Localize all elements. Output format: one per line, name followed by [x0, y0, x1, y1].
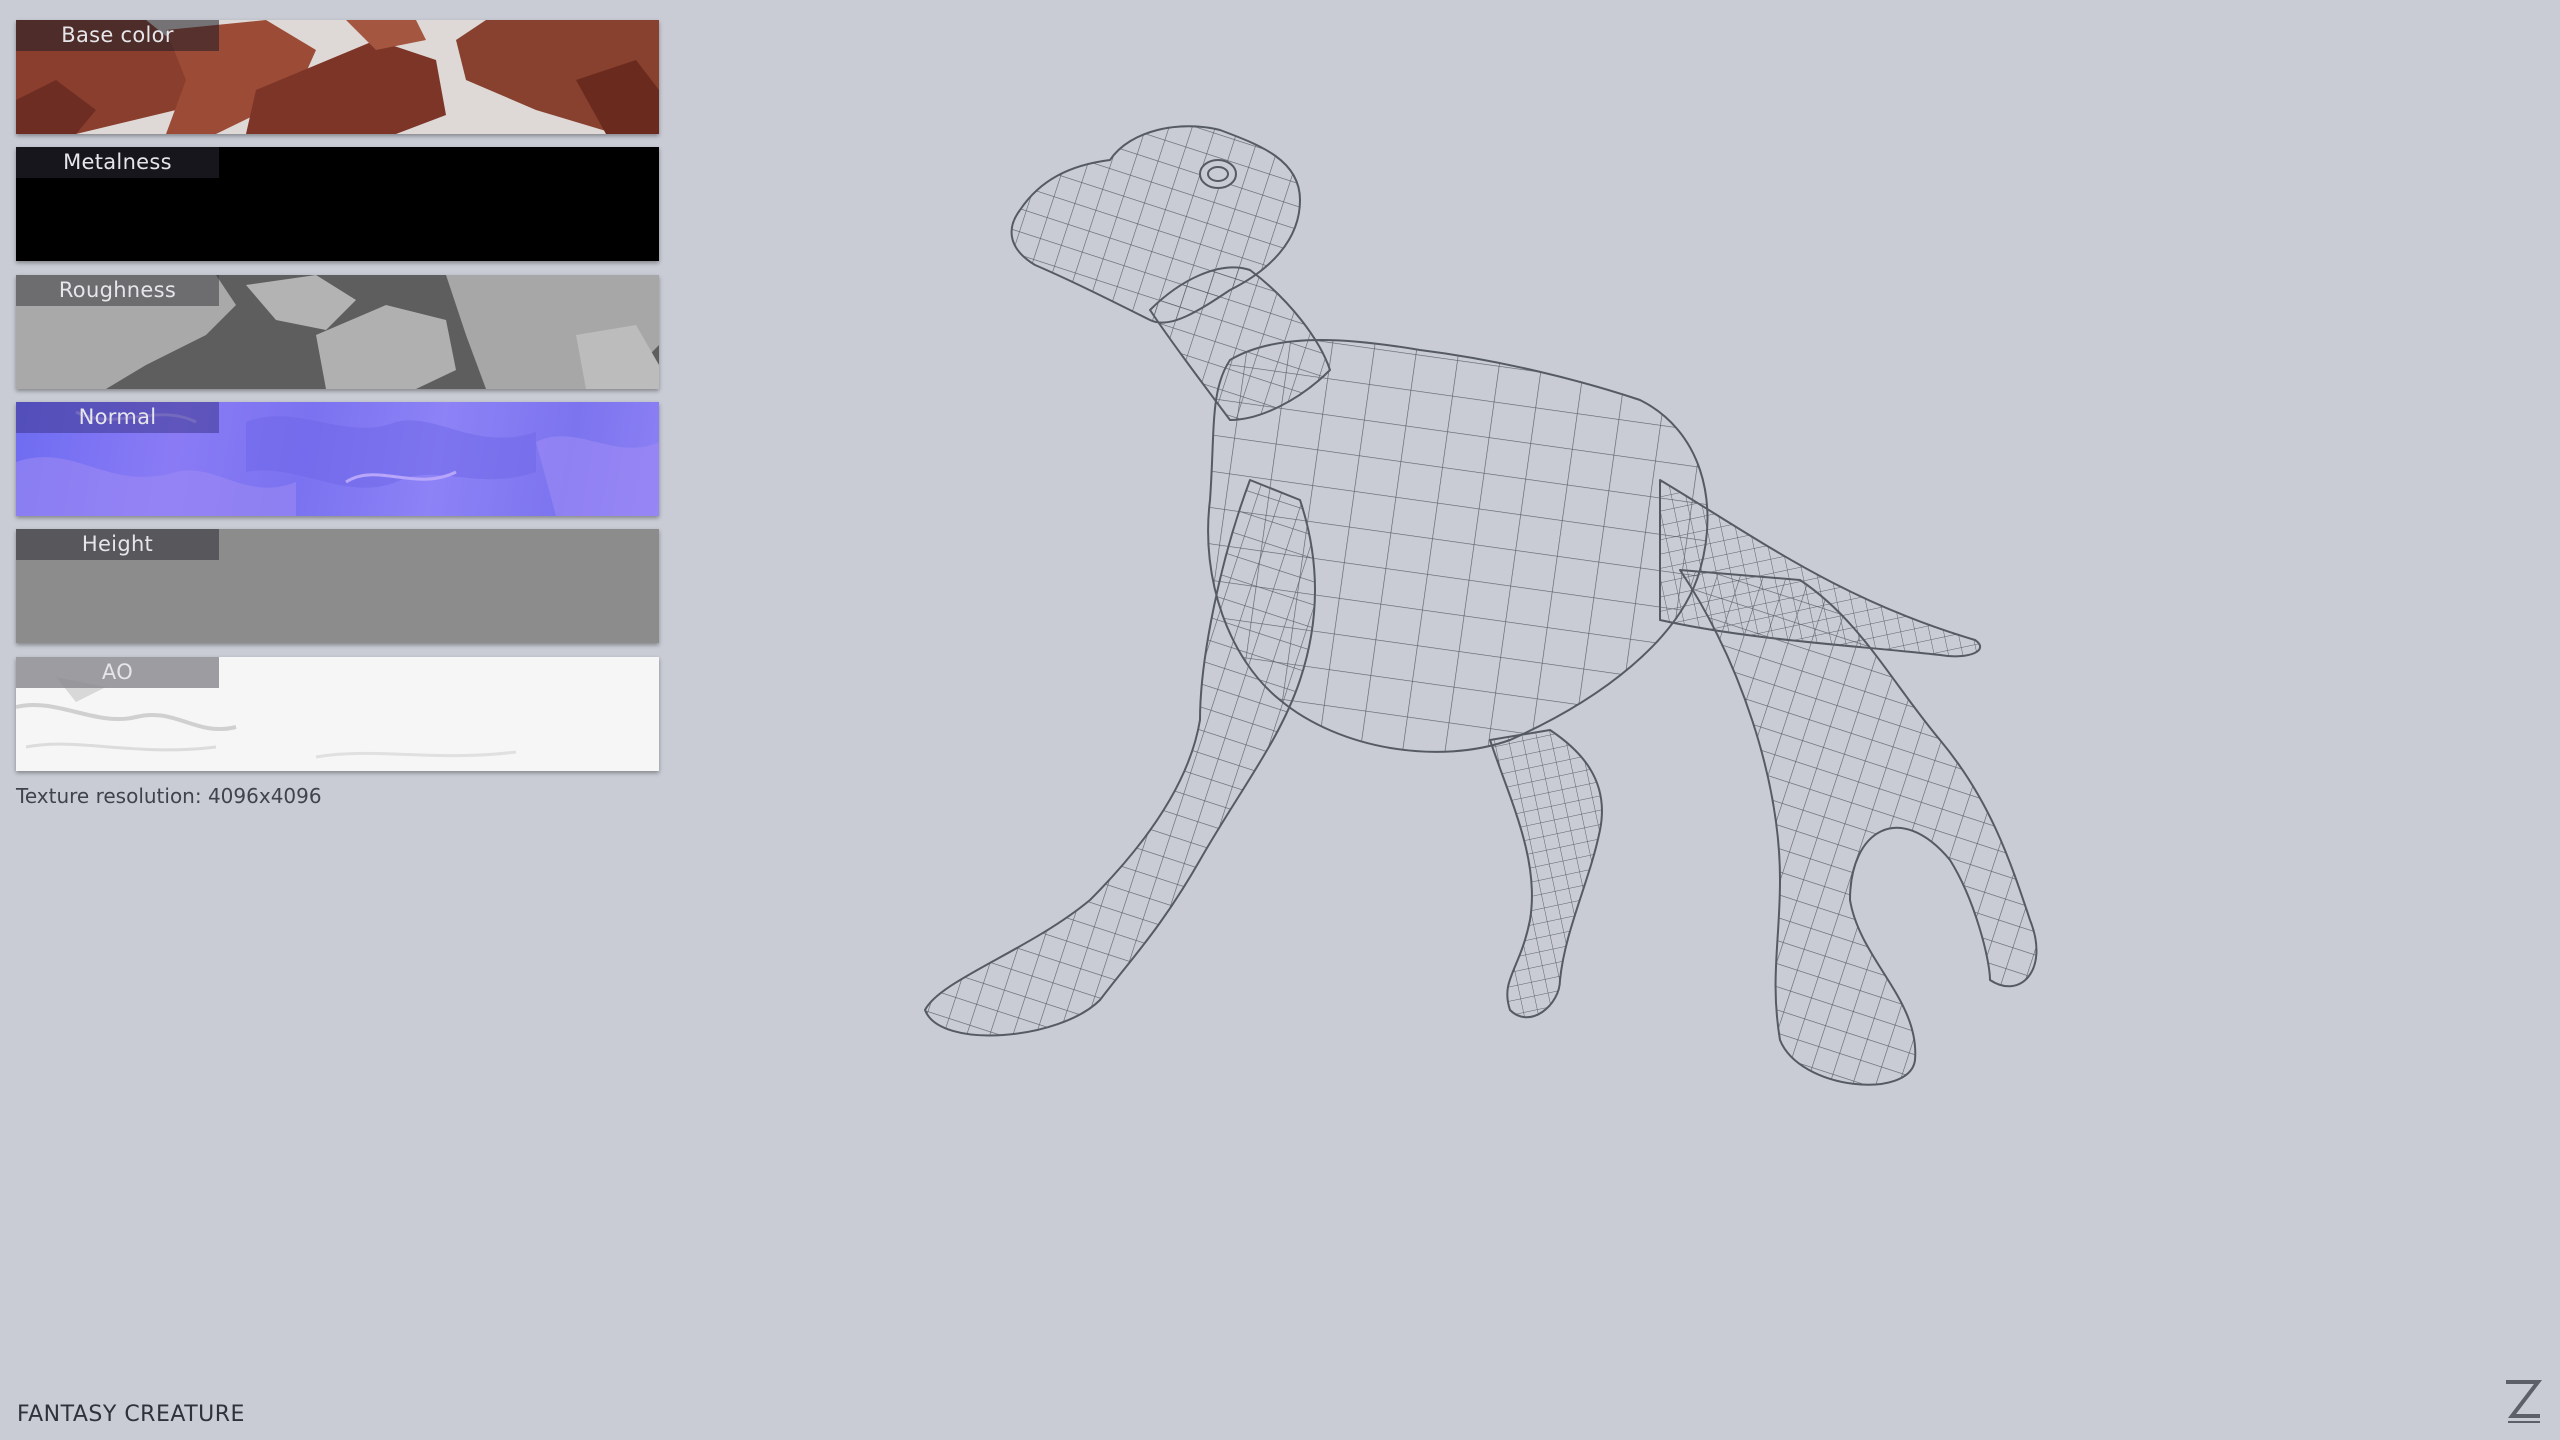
height-map: Height — [16, 529, 659, 643]
texture-resolution-text: Texture resolution: 4096x4096 — [16, 784, 322, 808]
map-label: Metalness — [16, 147, 219, 178]
map-label: Normal — [16, 402, 219, 433]
map-label: Base color — [16, 20, 219, 51]
map-label: Height — [16, 529, 219, 560]
map-label: AO — [16, 657, 219, 688]
ao-map: AO — [16, 657, 659, 771]
base-color-map: Base color — [16, 20, 659, 134]
roughness-map: Roughness — [16, 275, 659, 389]
map-label: Roughness — [16, 275, 219, 306]
normal-map: Normal — [16, 402, 659, 516]
metalness-map: Metalness — [16, 147, 659, 261]
project-title: FANTASY CREATURE — [17, 1402, 245, 1427]
creature-wireframe-viewport[interactable] — [900, 100, 2060, 1340]
z-logo-icon — [2506, 1380, 2543, 1423]
